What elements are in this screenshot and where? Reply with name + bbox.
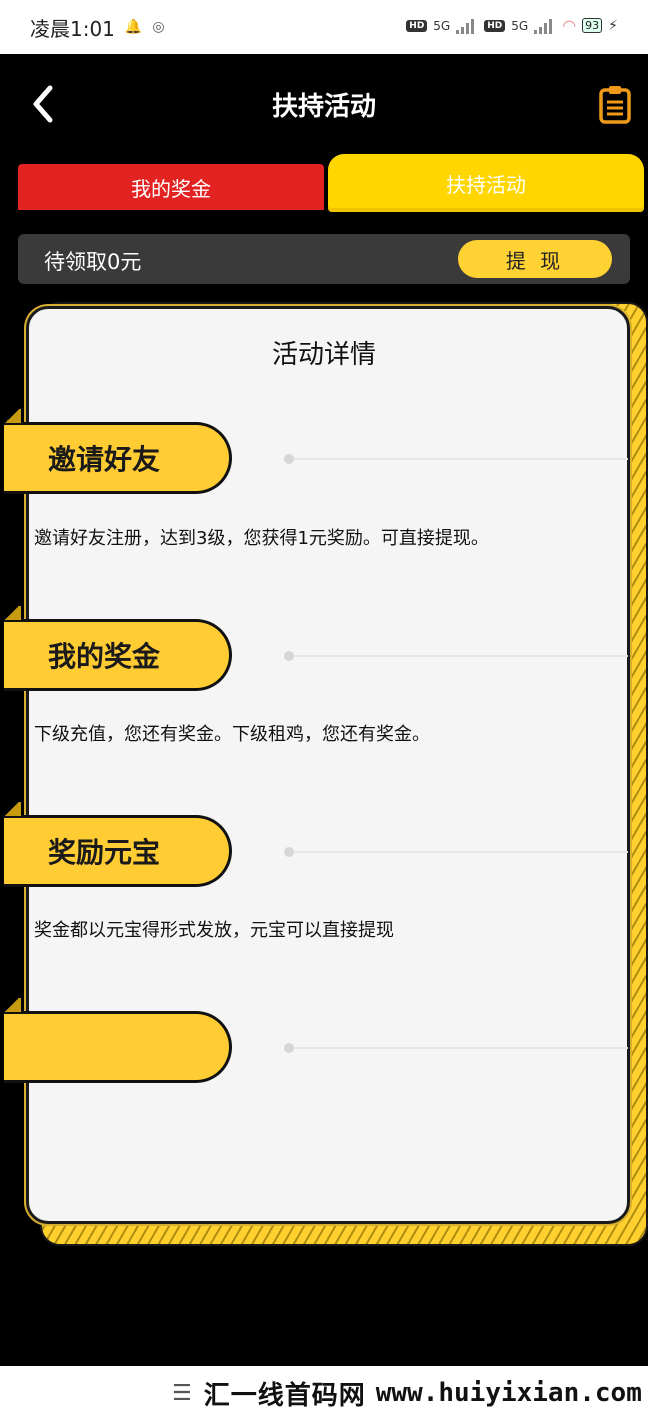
page-title: 扶持活动 [271,92,376,122]
network-type-1: 5G [433,18,451,33]
notification-bell-icon: 🔔 [124,19,143,35]
section-divider [286,851,628,853]
section-dot [284,651,294,661]
section-desc-ingot: 奖金都以元宝得形式发放，元宝可以直接提现 [34,920,394,941]
section-ribbon-bonus: 我的奖金 [3,606,232,691]
signal-icon-2 [534,18,556,34]
section-desc-bonus: 下级充值，您还有奖金。下级租鸡，您还有奖金。 [34,724,430,745]
section-desc-invite: 邀请好友注册，达到3级，您获得1元奖励。可直接提现。 [34,528,489,549]
clipboard-icon[interactable] [598,84,632,124]
tab-support-activity[interactable]: 扶持活动 [328,154,644,212]
status-indicators: HD 5G HD 5G ◠ 93 ⚡ [406,16,618,35]
section-divider [286,458,628,460]
status-time: 凌晨1:01 [30,16,115,41]
section-ribbon-invite: 邀请好友 [3,409,232,494]
pending-amount: 待领取0元 [44,250,142,274]
pending-balance-bar: 待领取0元 提 现 [18,234,630,284]
menu-icon: ☰ [172,1380,192,1406]
withdraw-button[interactable]: 提 现 [458,240,612,278]
network-type-2: 5G [511,18,529,33]
watermark-footer: ☰ 汇一线首码网 www.huiyixian.com [0,1366,648,1420]
section-dot [284,1043,294,1053]
section-ribbon-ingot: 奖励元宝 [3,802,232,887]
tab-my-bonus[interactable]: 我的奖金 [18,164,324,210]
section-dot [284,454,294,464]
card-title: 活动详情 [271,340,376,370]
wifi-icon: ◠ [562,16,577,35]
section-divider [286,655,628,657]
signal-icon [456,18,478,34]
section-dot [284,847,294,857]
app-notification-icon: ◎ [152,19,165,35]
app-header: 扶持活动 [0,54,648,154]
status-bar: 凌晨1:01 🔔 ◎ HD 5G HD 5G ◠ 93 ⚡ [0,0,648,54]
charging-icon: ⚡ [608,17,618,34]
watermark-url: www.huiyixian.com [375,1378,642,1408]
hd-badge: HD [406,19,428,32]
hd-badge-2: HD [484,19,506,32]
watermark-site-name: 汇一线首码网 [203,1380,366,1411]
section-divider [286,1047,628,1049]
section-ribbon-empty [3,998,232,1083]
battery-indicator: 93 [582,18,603,33]
